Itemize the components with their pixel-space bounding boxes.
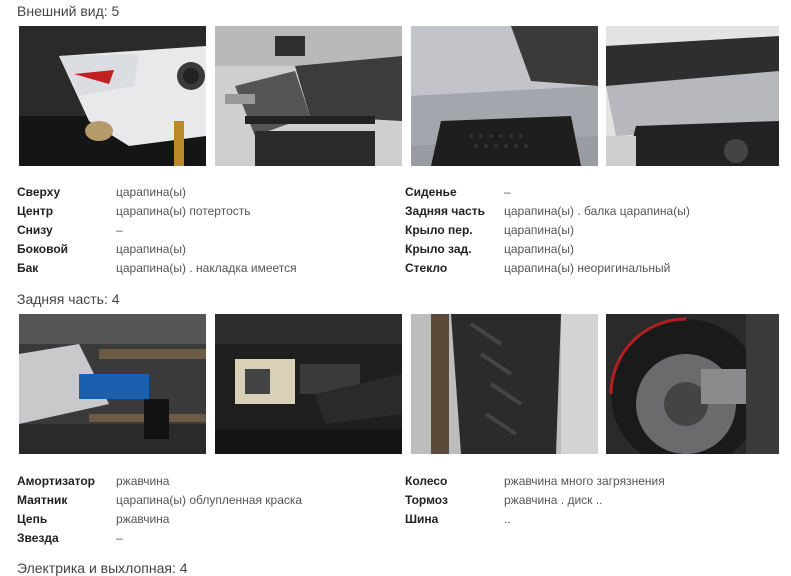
spec-label: Крыло зад. bbox=[405, 242, 472, 256]
photo-rear-shock[interactable] bbox=[215, 314, 402, 454]
spec-label: Сиденье bbox=[405, 185, 457, 199]
spec-table-rear-right: Колесо ржавчина много загрязнения Тормоз р… bbox=[405, 474, 785, 534]
spec-value: царапина(ы) bbox=[116, 242, 187, 256]
spec-value: – bbox=[116, 223, 123, 237]
spec-label: Амортизатор bbox=[17, 474, 95, 488]
spec-table-exterior-left: Сверху царапина(ы) Центр царапина(ы) потер… bbox=[17, 185, 397, 285]
spec-value: ржавчина bbox=[116, 512, 170, 526]
photo-rear-brake-disc[interactable] bbox=[606, 314, 779, 454]
photo-front-fairing[interactable] bbox=[19, 26, 206, 166]
spec-label: Сверху bbox=[17, 185, 61, 199]
photo-row-exterior bbox=[19, 26, 779, 166]
spec-label: Крыло пер. bbox=[405, 223, 473, 237]
photo-row-rear bbox=[19, 314, 779, 454]
spec-value: царапина(ы) потертость bbox=[116, 204, 251, 218]
spec-label: Стекло bbox=[405, 261, 448, 275]
spec-value: – bbox=[504, 185, 511, 199]
spec-value: царапина(ы) . накладка имеется bbox=[116, 261, 297, 275]
photo-side-luggage-rack[interactable] bbox=[215, 26, 402, 166]
section-title-exterior: Внешний вид: 5 bbox=[17, 3, 120, 19]
spec-label: Звезда bbox=[17, 531, 59, 545]
section-title-electrics: Электрика и выхлопная: 4 bbox=[17, 560, 188, 576]
spec-label: Центр bbox=[17, 204, 54, 218]
spec-value: ржавчина . диск .. bbox=[504, 493, 603, 507]
spec-label: Бак bbox=[17, 261, 39, 275]
spec-value: царапина(ы) . балка царапина(ы) bbox=[504, 204, 690, 218]
section-title-rear: Задняя часть: 4 bbox=[17, 291, 120, 307]
spec-label: Колесо bbox=[405, 474, 448, 488]
photo-fuel-tank-side[interactable] bbox=[411, 26, 598, 166]
spec-value: ржавчина много загрязнения bbox=[504, 474, 665, 488]
spec-value: царапина(ы) облупленная краска bbox=[116, 493, 303, 507]
spec-value: царапина(ы) bbox=[504, 242, 575, 256]
photo-swingarm-chain[interactable] bbox=[19, 314, 206, 454]
spec-label: Тормоз bbox=[405, 493, 448, 507]
spec-label: Снизу bbox=[17, 223, 53, 237]
spec-value: ржавчина bbox=[116, 474, 170, 488]
spec-label: Цепь bbox=[17, 512, 48, 526]
spec-table-exterior-right: Сиденье – Задняя часть царапина(ы) . балка… bbox=[405, 185, 785, 285]
spec-value: царапина(ы) неоригинальный bbox=[504, 261, 671, 275]
spec-label: Маятник bbox=[17, 493, 68, 507]
spec-label: Шина bbox=[405, 512, 439, 526]
spec-table-rear-left: Амортизатор ржавчина Маятник царапина(ы) о… bbox=[17, 474, 397, 554]
spec-label: Боковой bbox=[17, 242, 69, 256]
spec-value: .. bbox=[504, 512, 511, 526]
spec-label: Задняя часть bbox=[405, 204, 485, 218]
photo-rear-tire[interactable] bbox=[411, 314, 598, 454]
spec-value: царапина(ы) bbox=[116, 185, 187, 199]
spec-value: царапина(ы) bbox=[504, 223, 575, 237]
photo-seat-side-panel[interactable] bbox=[606, 26, 779, 166]
spec-value: – bbox=[116, 531, 123, 545]
